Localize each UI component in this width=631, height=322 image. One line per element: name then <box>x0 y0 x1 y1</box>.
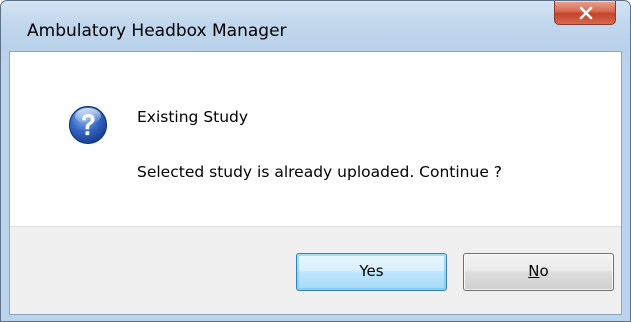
window-title: Ambulatory Headbox Manager <box>27 21 287 41</box>
dialog-client-area: Existing Study Selected study is already… <box>9 51 622 315</box>
no-button-mnemonic: N <box>528 262 540 280</box>
dialog-window: Ambulatory Headbox Manager Existing Stud… <box>0 0 631 322</box>
no-button-label-rest: o <box>539 262 549 280</box>
question-icon <box>68 105 108 145</box>
message-area: Existing Study Selected study is already… <box>10 52 621 226</box>
yes-button[interactable]: Yes <box>296 253 447 291</box>
yes-button-label: Yes <box>359 262 384 280</box>
button-strip: Yes No <box>10 226 621 314</box>
message-heading: Existing Study <box>137 108 249 126</box>
no-button[interactable]: No <box>463 253 614 291</box>
message-text: Selected study is already uploaded. Cont… <box>137 163 503 181</box>
close-icon <box>579 6 593 20</box>
close-button[interactable] <box>554 1 616 25</box>
